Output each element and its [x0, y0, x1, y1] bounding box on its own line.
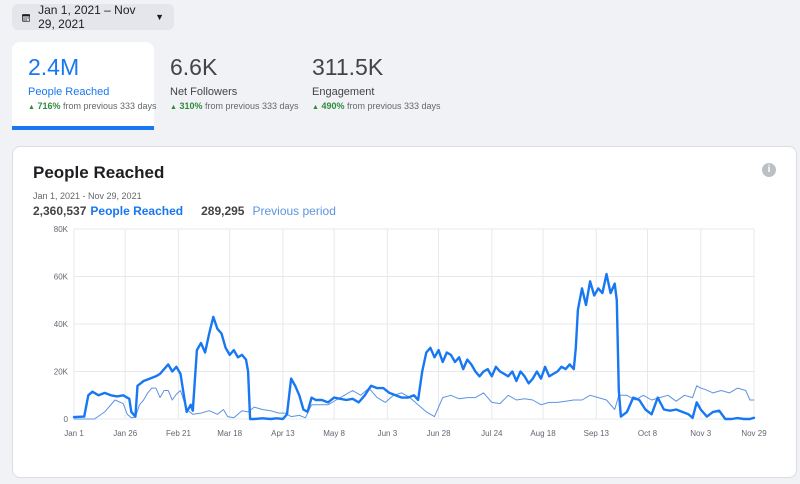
series-line-people-reached	[72, 272, 756, 421]
x-tick-label: Jul 24	[481, 429, 503, 438]
x-tick-label: Mar 18	[217, 429, 242, 438]
metric-change-suffix: from previous 333 days	[347, 101, 441, 111]
tab-people-reached[interactable]: 2.4M People Reached ▲ 716% from previous…	[12, 42, 157, 130]
y-tick-label: 60K	[54, 273, 69, 282]
people-reached-chart[interactable]: 0 20K 40K 60K 80K Jan 1 Jan 26 Feb 21 Mar 18 Apr …	[13, 147, 796, 477]
tab-net-followers[interactable]: 6.6K Net Followers ▲ 310% from previous …	[154, 42, 299, 130]
y-tick-label: 20K	[54, 368, 69, 377]
metric-label: People Reached	[28, 86, 110, 98]
arrow-up-icon: ▲	[312, 104, 319, 111]
x-tick-label: Jan 1	[64, 429, 84, 438]
metric-value: 6.6K	[170, 54, 218, 80]
metric-change-suffix: from previous 333 days	[205, 101, 299, 111]
y-tick-label: 0	[64, 415, 69, 424]
y-tick-label: 40K	[54, 320, 69, 329]
x-tick-label: May 8	[323, 429, 345, 438]
arrow-up-icon: ▲	[170, 104, 177, 111]
x-tick-label: Jun 3	[378, 429, 398, 438]
x-tick-label: Feb 21	[166, 429, 191, 438]
arrow-up-icon: ▲	[28, 104, 35, 111]
tab-engagement[interactable]: 311.5K Engagement ▲ 490% from previous 3…	[296, 42, 441, 130]
x-tick-label: Apr 13	[271, 429, 295, 438]
metric-tabs: 2.4M People Reached ▲ 716% from previous…	[12, 42, 441, 130]
calendar-icon	[22, 13, 31, 22]
metric-change: ▲ 310% from previous 333 days	[170, 101, 299, 111]
metric-change: ▲ 716% from previous 333 days	[28, 101, 157, 111]
metric-value: 311.5K	[312, 54, 384, 80]
x-tick-label: Nov 29	[741, 429, 767, 438]
x-tick-label: Jun 28	[427, 429, 452, 438]
x-tick-label: Jan 26	[113, 429, 138, 438]
metric-change-pct: 490%	[321, 101, 345, 111]
date-range-label: Jan 1, 2021 – Nov 29, 2021	[38, 3, 136, 31]
x-tick-label: Nov 3	[690, 429, 711, 438]
metric-label: Net Followers	[170, 86, 238, 98]
x-tick-label: Aug 18	[530, 429, 556, 438]
y-tick-label: 80K	[54, 225, 69, 234]
x-tick-label: Oct 8	[638, 429, 658, 438]
metric-change-suffix: from previous 333 days	[63, 101, 157, 111]
metric-label: Engagement	[312, 86, 375, 98]
chart-card: People Reached i Jan 1, 2021 - Nov 29, 2…	[12, 146, 797, 478]
metric-change-pct: 716%	[37, 101, 61, 111]
metric-value: 2.4M	[28, 54, 80, 80]
metric-change-pct: 310%	[179, 101, 203, 111]
date-range-picker[interactable]: Jan 1, 2021 – Nov 29, 2021 ▼	[12, 3, 174, 31]
x-tick-label: Sep 13	[584, 429, 610, 438]
chevron-down-icon: ▼	[155, 12, 164, 22]
metric-change: ▲ 490% from previous 333 days	[312, 101, 441, 111]
